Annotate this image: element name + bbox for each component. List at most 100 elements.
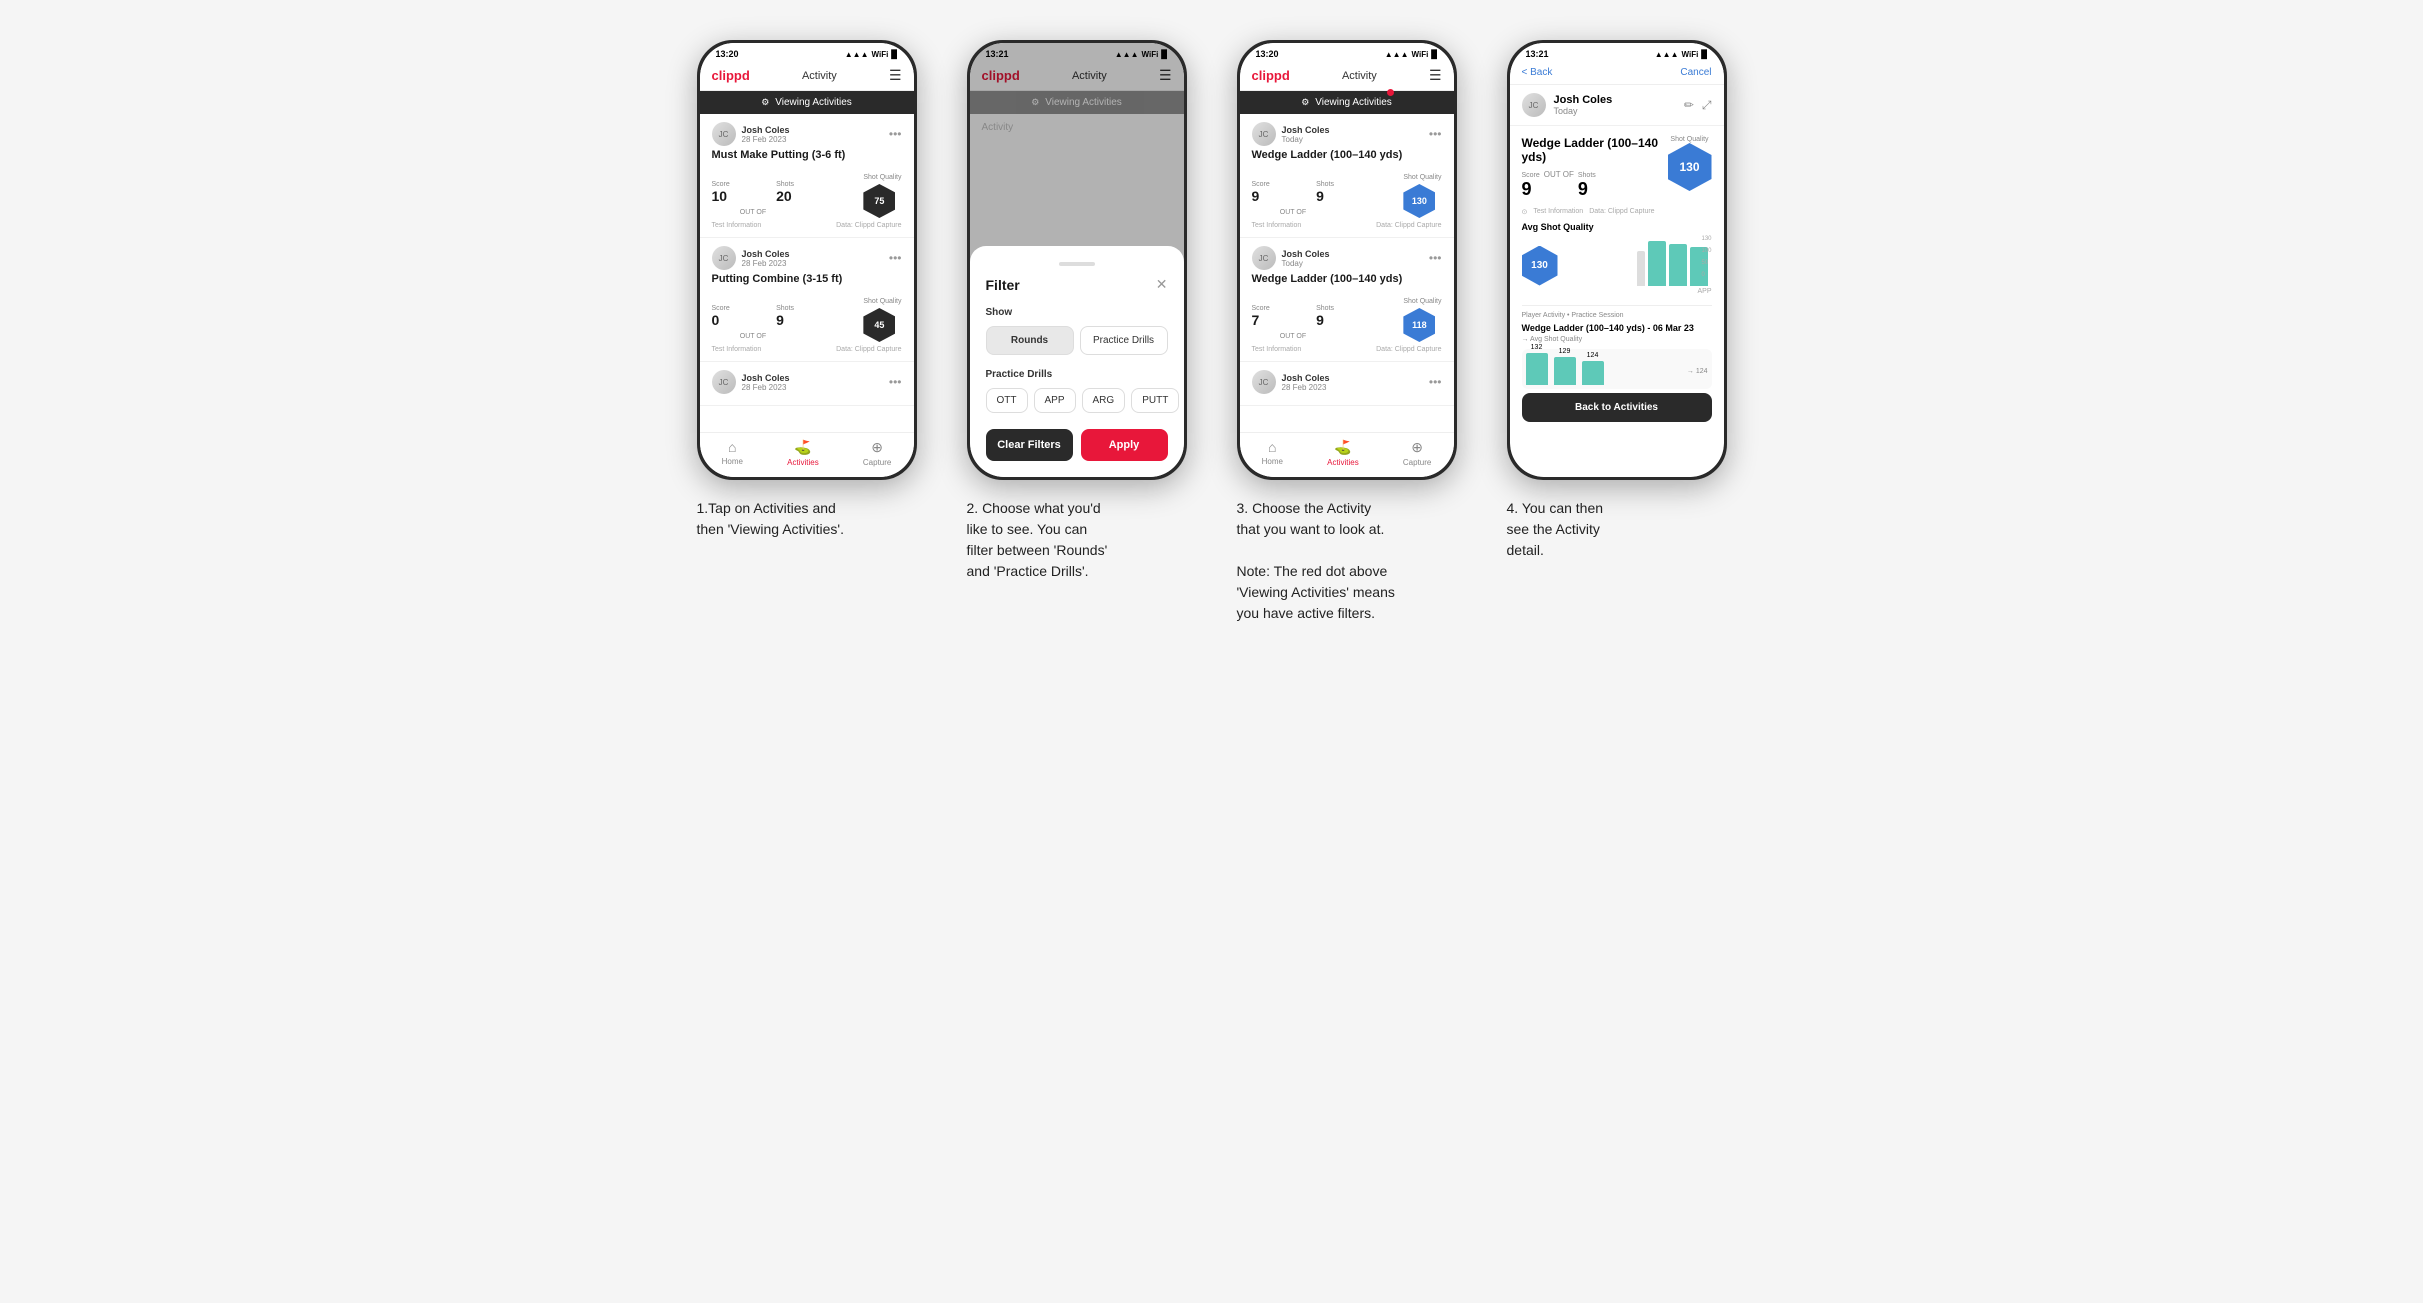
detail-user-row-4: JC Josh Coles Today ✏ ⤢ (1510, 85, 1724, 126)
info-note-text2-4: Data: Clippd Capture (1589, 208, 1654, 216)
back-btn-4[interactable]: < Back (1522, 67, 1553, 78)
rounds-btn-2[interactable]: Rounds (986, 326, 1074, 355)
info-right-3-1: Data: Clippd Capture (1376, 346, 1441, 353)
shots-label-3-1: Shots (1316, 305, 1334, 312)
chart-section-4: Avg Shot Quality 130 (1522, 222, 1712, 295)
user-info-3-1: JC Josh Coles Today (1252, 246, 1330, 270)
nav-home-label-3: Home (1262, 457, 1283, 466)
capture-icon-3: ⊕ (1411, 439, 1423, 456)
signal-icon-1: ▲▲▲ (845, 50, 869, 59)
quality-label-1-0: Shot Quality (863, 174, 901, 181)
caption-3: 3. Choose the Activitythat you want to l… (1237, 498, 1457, 624)
user-info-1-0: JC Josh Coles 28 Feb 2023 (712, 122, 790, 146)
activities-list-3: JC Josh Coles Today ••• Wedge Ladder (10… (1240, 114, 1454, 477)
nav-activities-1[interactable]: ⛳ Activities (787, 439, 819, 467)
practice-drills-btn-2[interactable]: Practice Drills (1080, 326, 1168, 355)
nav-home-3[interactable]: ⌂ Home (1262, 439, 1283, 467)
avatar-1-0: JC (712, 122, 736, 146)
info-note1-4: ⊙ (1522, 208, 1528, 216)
apply-btn-2[interactable]: Apply (1081, 429, 1168, 461)
quality-badge-1-1: 45 (863, 308, 895, 342)
clear-filters-btn-2[interactable]: Clear Filters (986, 429, 1073, 461)
phone-col-2: 13:21 ▲▲▲ WiFi ▉ clippd Activity ☰ ⚙ V (957, 40, 1197, 582)
activity-item-3-2[interactable]: JC Josh Coles 28 Feb 2023 ••• (1240, 362, 1454, 406)
activity-item-3-0[interactable]: JC Josh Coles Today ••• Wedge Ladder (10… (1240, 114, 1454, 238)
more-menu-1-1[interactable]: ••• (889, 251, 902, 265)
caption-text-2: 2. Choose what you'dlike to see. You can… (967, 500, 1108, 579)
avatar-3-2: JC (1252, 370, 1276, 394)
expand-icon-4[interactable]: ⤢ (1702, 98, 1712, 113)
activity-item-1-2[interactable]: JC Josh Coles 28 Feb 2023 ••• (700, 362, 914, 406)
avg-quality-label-4: Avg Shot Quality (1522, 222, 1712, 232)
nav-home-1[interactable]: ⌂ Home (722, 439, 743, 467)
caption-1: 1.Tap on Activities andthen 'Viewing Act… (697, 498, 917, 540)
battery-icon-1: ▉ (891, 50, 897, 59)
score-label-1-0: Score (712, 181, 730, 188)
activity-item-3-1[interactable]: JC Josh Coles Today ••• Wedge Ladder (10… (1240, 238, 1454, 362)
nav-home-label-1: Home (722, 457, 743, 466)
drill-arg-2[interactable]: ARG (1082, 388, 1126, 413)
phone-col-1: 13:20 ▲▲▲ WiFi ▉ clippd Activity ☰ ⚙ V (687, 40, 927, 540)
score-label-3-1: Score (1252, 305, 1270, 312)
activity-title-3-1: Wedge Ladder (100–140 yds) (1252, 273, 1442, 285)
detail-outof-4: OUT OF (1544, 170, 1574, 179)
detail-avatar-4: JC (1522, 93, 1546, 117)
user-info-1-1: JC Josh Coles 28 Feb 2023 (712, 246, 790, 270)
user-date-1-0: 28 Feb 2023 (742, 135, 790, 144)
modal-actions-2: Clear Filters Apply (986, 429, 1168, 461)
more-menu-1-2[interactable]: ••• (889, 375, 902, 389)
activity-item-1-1[interactable]: JC Josh Coles 28 Feb 2023 ••• Putting Co… (700, 238, 914, 362)
viewing-label-3: Viewing Activities (1315, 97, 1392, 108)
score-label-3-0: Score (1252, 181, 1270, 188)
more-menu-3-0[interactable]: ••• (1429, 127, 1442, 141)
drill-row-2: OTT APP ARG PUTT (986, 388, 1168, 413)
shots-value-1-1: 9 (776, 312, 794, 328)
nav-activities-3[interactable]: ⛳ Activities (1327, 439, 1359, 467)
capture-icon-1: ⊕ (871, 439, 883, 456)
shots-label-3-0: Shots (1316, 181, 1334, 188)
more-menu-1-0[interactable]: ••• (889, 127, 902, 141)
detail-user-date-4: Today (1554, 106, 1613, 116)
detail-title-4: Wedge Ladder (100–140 yds) (1522, 136, 1668, 164)
info-left-1-1: Test Information (712, 346, 762, 353)
filter-icon-1: ⚙ (761, 97, 769, 108)
edit-icon-4[interactable]: ✏ (1684, 98, 1694, 113)
drill-putt-2[interactable]: PUTT (1131, 388, 1179, 413)
detail-score-value-4: 9 (1522, 179, 1540, 200)
nav-capture-1[interactable]: ⊕ Capture (863, 439, 891, 467)
nav-capture-3[interactable]: ⊕ Capture (1403, 439, 1431, 467)
modal-header-2: Filter ✕ (986, 276, 1168, 293)
score-value-3-0: 9 (1252, 188, 1270, 204)
user-name-3-2: Josh Coles (1282, 373, 1330, 383)
battery-icon-3: ▉ (1431, 50, 1437, 59)
info-left-3-0: Test Information (1252, 222, 1302, 229)
app-header-3: clippd Activity ☰ (1240, 61, 1454, 91)
drill-app-2[interactable]: APP (1034, 388, 1076, 413)
quality-badge-1-0: 75 (863, 184, 895, 218)
menu-icon-1[interactable]: ☰ (889, 67, 902, 84)
activity-title-3-0: Wedge Ladder (100–140 yds) (1252, 149, 1442, 161)
app-header-1: clippd Activity ☰ (700, 61, 914, 91)
avatar-3-0: JC (1252, 122, 1276, 146)
drill-ott-2[interactable]: OTT (986, 388, 1028, 413)
signal-icon-3: ▲▲▲ (1385, 50, 1409, 59)
menu-icon-3[interactable]: ☰ (1429, 67, 1442, 84)
detail-header-4: < Back Cancel (1510, 61, 1724, 85)
more-menu-3-2[interactable]: ••• (1429, 375, 1442, 389)
back-activities-btn-4[interactable]: Back to Activities (1522, 393, 1712, 422)
viewing-bar-1[interactable]: ⚙ Viewing Activities (700, 91, 914, 114)
quality-label-1-1: Shot Quality (863, 298, 901, 305)
more-menu-3-1[interactable]: ••• (1429, 251, 1442, 265)
user-name-1-2: Josh Coles (742, 373, 790, 383)
nav-activities-label-3: Activities (1327, 458, 1359, 467)
modal-close-2[interactable]: ✕ (1156, 276, 1168, 293)
bottom-nav-3: ⌂ Home ⛳ Activities ⊕ Capture (1240, 432, 1454, 477)
activity-item-1-0[interactable]: JC Josh Coles 28 Feb 2023 ••• Must Make … (700, 114, 914, 238)
modal-handle-2 (1059, 262, 1095, 266)
cancel-btn-4[interactable]: Cancel (1680, 67, 1711, 78)
viewing-bar-3[interactable]: ⚙ Viewing Activities (1240, 91, 1454, 114)
info-right-3-0: Data: Clippd Capture (1376, 222, 1441, 229)
avatar-1-2: JC (712, 370, 736, 394)
score-value-1-1: 0 (712, 312, 730, 328)
practice-drills-section-2: Practice Drills (986, 369, 1168, 380)
